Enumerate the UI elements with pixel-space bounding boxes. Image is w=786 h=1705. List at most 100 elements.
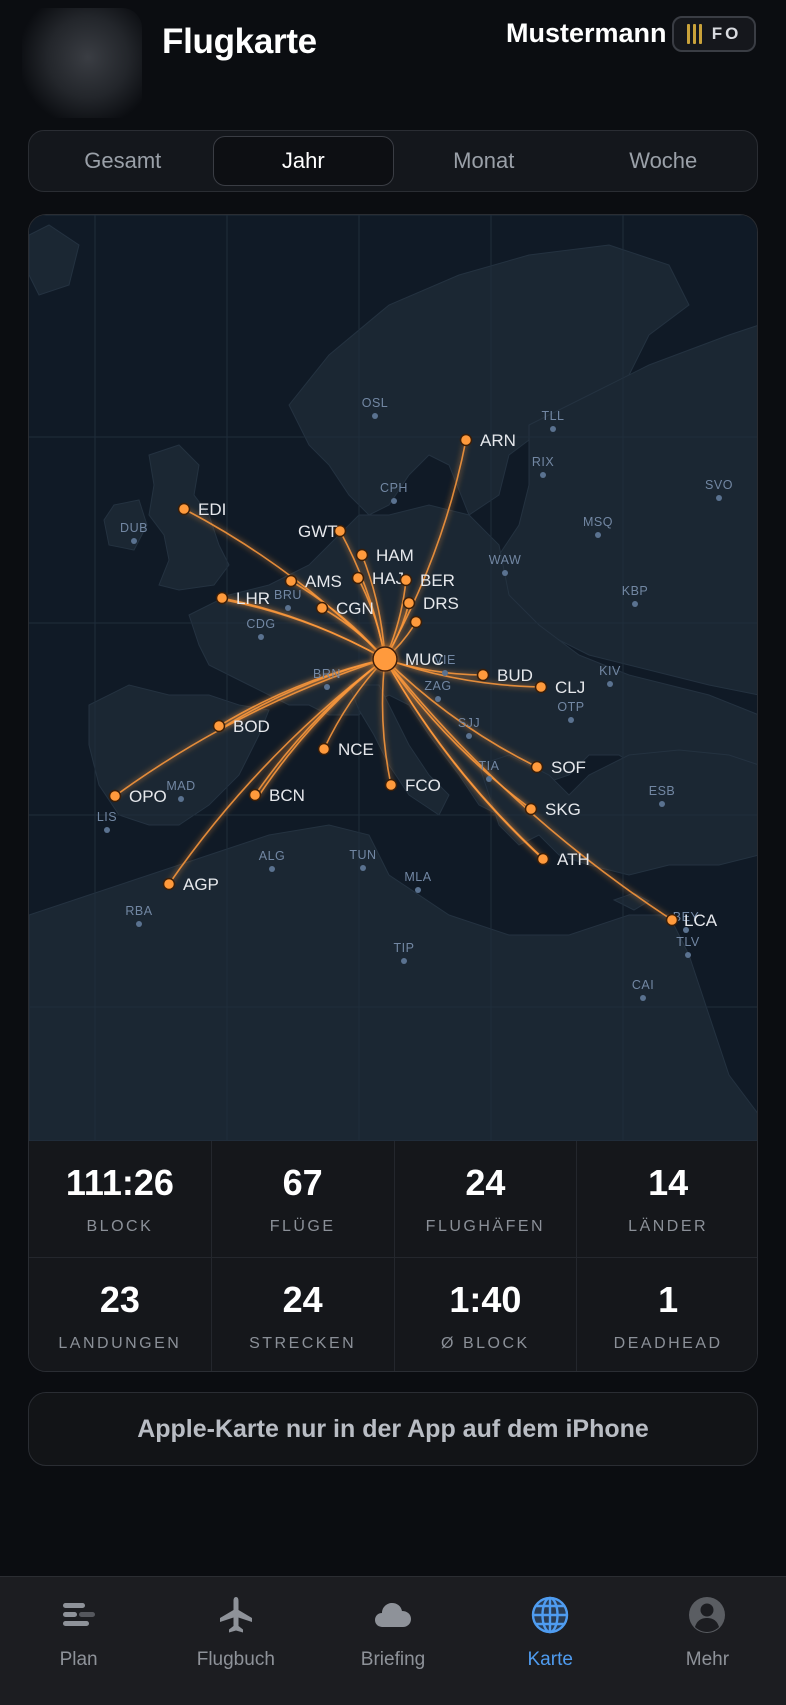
tab-karte[interactable]: Karte — [472, 1577, 629, 1705]
airport-dot-skg[interactable] — [524, 802, 538, 816]
apple-map-note[interactable]: Apple-Karte nur in der App auf dem iPhon… — [28, 1392, 758, 1466]
ref-city-label-esb: ESB — [649, 784, 676, 798]
ref-city-dot-tlv — [685, 952, 691, 958]
ref-city-label-zag: ZAG — [424, 679, 451, 693]
ref-city-label-tip: TIP — [394, 941, 415, 955]
ref-city-label-msq: MSQ — [583, 515, 613, 529]
airport-label-nce: NCE — [338, 740, 374, 759]
tab-briefing[interactable]: Briefing — [314, 1577, 471, 1705]
airport-dot-agp[interactable] — [162, 877, 176, 891]
ref-city-dot-alg — [269, 866, 275, 872]
ref-city-dot-bru — [285, 605, 291, 611]
person-icon — [689, 1597, 726, 1633]
user-name[interactable]: Mustermann — [506, 18, 667, 49]
land-masses — [29, 224, 757, 1141]
ref-city-dot-cai — [640, 995, 646, 1001]
airport-label-ams: AMS — [305, 572, 342, 591]
ref-city-dot-dub — [131, 538, 137, 544]
ref-city-dot-tll — [550, 426, 556, 432]
airport-dot-ams[interactable] — [284, 574, 298, 588]
stat-block: 111:26 BLOCK — [65, 1162, 174, 1235]
stat-flughaefen: 24 FLUGHÄFEN — [393, 1141, 577, 1257]
airport-dot-fco[interactable] — [384, 778, 398, 792]
airplane-icon — [219, 1597, 252, 1633]
rank-stripes-icon — [686, 24, 702, 44]
airport-dot-bcn[interactable] — [248, 788, 262, 802]
airport-dot-cgn[interactable] — [315, 601, 329, 615]
airport-dot-clj[interactable] — [534, 680, 548, 694]
rank-badge[interactable]: FO — [672, 16, 756, 52]
tab-plan[interactable]: Plan — [0, 1577, 157, 1705]
airport-label-arn: ARN — [480, 431, 516, 450]
ref-city-label-kiv: KIV — [599, 664, 621, 678]
period-jahr[interactable]: Jahr — [212, 136, 394, 186]
period-gesamt[interactable]: Gesamt — [33, 136, 213, 186]
airport-dot-lhr[interactable] — [215, 591, 229, 605]
ref-city-dot-cdg — [258, 634, 264, 640]
globe-icon — [532, 1596, 569, 1634]
airport-dot-bud[interactable] — [476, 668, 490, 682]
airport-label-gwt: GWT — [298, 522, 338, 541]
airport-dot-lca[interactable] — [665, 913, 679, 927]
airport-label-cgn: CGN — [336, 599, 374, 618]
ref-city-label-waw: WAW — [489, 553, 522, 567]
ref-city-label-cdg: CDG — [246, 617, 275, 631]
airport-dot-drs[interactable] — [402, 596, 416, 610]
ref-city-label-svo: SVO — [705, 478, 733, 492]
ref-city-dot-otp — [568, 717, 574, 723]
ref-city-dot-msq — [595, 532, 601, 538]
ref-city-dot-tip — [401, 958, 407, 964]
ref-city-label-tlv: TLV — [676, 935, 700, 949]
airport-dot-opo[interactable] — [108, 789, 122, 803]
ref-city-dot-esb — [659, 801, 665, 807]
airport-dot-ber[interactable] — [399, 573, 413, 587]
airport-dot-sof[interactable] — [530, 760, 544, 774]
ref-city-dot-brn — [324, 684, 330, 690]
stat-landungen: 23 LANDUNGEN — [58, 1279, 182, 1352]
stat-strecken: 24 STRECKEN — [210, 1258, 394, 1371]
ref-city-label-mad: MAD — [166, 779, 195, 793]
airport-dot-edi[interactable] — [177, 502, 191, 516]
ref-city-dot-rix — [540, 472, 546, 478]
rank-label: FO — [711, 24, 742, 43]
ref-city-label-otp: OTP — [557, 700, 584, 714]
ref-city-dot-zag — [435, 696, 441, 702]
airport-label-sof: SOF — [551, 758, 586, 777]
airport-dot-ham[interactable] — [355, 548, 369, 562]
period-woche[interactable]: Woche — [574, 136, 754, 186]
page-title: Flugkarte — [162, 22, 317, 61]
airport-label-skg: SKG — [545, 800, 581, 819]
ref-city-dot-mad — [178, 796, 184, 802]
ref-city-dot-cph — [391, 498, 397, 504]
period-monat[interactable]: Monat — [394, 136, 574, 186]
airport-dot-haj[interactable] — [351, 571, 365, 585]
ref-city-dot-sjj — [466, 733, 472, 739]
stat-deadhead: 1 DEADHEAD — [576, 1258, 757, 1371]
airport-label-ham: HAM — [376, 546, 414, 565]
cloud-icon — [375, 1603, 411, 1627]
route-map[interactable]: OSL TLL RIX SVO CPH MSQ DUB WAW BRU KBP CDG VIE KIV B… — [29, 215, 757, 1141]
map-card: OSL TLL RIX SVO CPH MSQ DUB WAW BRU KBP CDG VIE KIV B… — [28, 214, 758, 1372]
ref-city-dot-rba — [136, 921, 142, 927]
airport-dot-ath[interactable] — [536, 852, 550, 866]
airport-label-ath: ATH — [557, 850, 590, 869]
tab-flugbuch[interactable]: Flugbuch — [157, 1577, 314, 1705]
airport-dot-muc[interactable] — [372, 646, 398, 672]
ref-city-dot-kbp — [632, 601, 638, 607]
airport-label-edi: EDI — [198, 500, 226, 519]
ref-city-dot-tun — [360, 865, 366, 871]
airport-dot-arn[interactable] — [459, 433, 473, 447]
ref-city-label-tia: TIA — [479, 759, 500, 773]
airport-label-opo: OPO — [129, 787, 167, 806]
airport-label-bcn: BCN — [269, 786, 305, 805]
airport-label-muc: MUC — [405, 650, 444, 669]
airport-dot-bod[interactable] — [212, 719, 226, 733]
airport-dot-extra[interactable] — [409, 615, 423, 629]
stats-grid: 111:26 BLOCK 67 FLÜGE 24 FLUGHÄFEN 14 LÄNDER… — [29, 1141, 757, 1371]
ref-city-label-alg: ALG — [259, 849, 286, 863]
ref-city-dot-tia — [486, 776, 492, 782]
airport-dot-nce[interactable] — [317, 742, 331, 756]
stat-fluege: 67 FLÜGE — [210, 1141, 394, 1257]
ref-city-label-cph: CPH — [380, 481, 408, 495]
tab-mehr[interactable]: Mehr — [629, 1577, 786, 1705]
